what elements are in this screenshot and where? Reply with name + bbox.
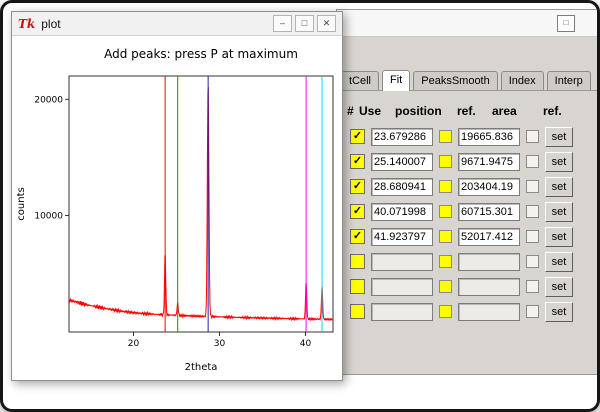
svg-text:2theta: 2theta <box>185 362 218 373</box>
area-ref-checkbox[interactable] <box>526 155 539 168</box>
position-ref-checkbox[interactable] <box>439 255 452 268</box>
use-checkbox[interactable]: ✓ <box>350 229 365 244</box>
position-field[interactable] <box>371 152 433 171</box>
peak-row: ✓ set <box>337 124 597 149</box>
set-button[interactable]: set <box>545 201 573 222</box>
main-window-titlebar: □ <box>337 10 597 37</box>
header-area: area <box>492 104 517 118</box>
area-field[interactable] <box>458 252 520 271</box>
position-field[interactable] <box>371 252 433 271</box>
set-button[interactable]: set <box>545 126 573 147</box>
tab-unitcell[interactable]: tCell <box>341 71 380 90</box>
position-ref-checkbox[interactable] <box>439 280 452 293</box>
svg-text:20000: 20000 <box>34 95 63 105</box>
position-field[interactable] <box>371 227 433 246</box>
area-ref-checkbox[interactable] <box>526 255 539 268</box>
area-ref-checkbox[interactable] <box>526 280 539 293</box>
svg-text:20: 20 <box>128 339 140 349</box>
peak-table-rows: ✓ set ✓ set ✓ set ✓ set ✓ set set set set <box>337 124 597 324</box>
area-field[interactable] <box>458 127 520 146</box>
area-field[interactable] <box>458 152 520 171</box>
svg-text:10000: 10000 <box>34 212 63 222</box>
position-field[interactable] <box>371 177 433 196</box>
area-field[interactable] <box>458 202 520 221</box>
maximize-button[interactable]: □ <box>557 15 575 32</box>
close-button[interactable]: ✕ <box>317 15 336 32</box>
header-position-ref: ref. <box>457 104 476 118</box>
tk-icon: Tk <box>18 16 36 31</box>
tab-index[interactable]: Index <box>500 71 544 90</box>
position-ref-checkbox[interactable] <box>439 155 452 168</box>
peak-row: ✓ set <box>337 224 597 249</box>
area-ref-checkbox[interactable] <box>526 205 539 218</box>
position-ref-checkbox[interactable] <box>439 180 452 193</box>
svg-text:30: 30 <box>214 339 226 349</box>
position-ref-checkbox[interactable] <box>439 205 452 218</box>
peak-row: ✓ set <box>337 174 597 199</box>
plot-window-titlebar[interactable]: Tk plot – □ ✕ <box>12 12 342 36</box>
peak-row: ✓ set <box>337 199 597 224</box>
svg-text:counts: counts <box>16 187 27 220</box>
set-button[interactable]: set <box>545 151 573 172</box>
area-ref-checkbox[interactable] <box>526 130 539 143</box>
use-checkbox[interactable]: ✓ <box>350 204 365 219</box>
area-ref-checkbox[interactable] <box>526 305 539 318</box>
peak-row: set <box>337 274 597 299</box>
position-ref-checkbox[interactable] <box>439 305 452 318</box>
area-ref-checkbox[interactable] <box>526 230 539 243</box>
tab-fit[interactable]: Fit <box>382 70 411 91</box>
xrd-chart: Add peaks: press P at maximum 10000 20000 2… <box>12 36 342 380</box>
set-button[interactable]: set <box>545 176 573 197</box>
window-controls: – □ ✕ <box>273 15 336 32</box>
minimize-button[interactable]: – <box>273 15 292 32</box>
area-ref-checkbox[interactable] <box>526 180 539 193</box>
area-field[interactable] <box>458 177 520 196</box>
svg-text:Add peaks: press P at maximum: Add peaks: press P at maximum <box>104 47 298 61</box>
tab-peakssmooth[interactable]: PeaksSmooth <box>413 71 498 90</box>
position-field[interactable] <box>371 277 433 296</box>
area-field[interactable] <box>458 227 520 246</box>
use-checkbox[interactable] <box>350 279 365 294</box>
area-field[interactable] <box>458 277 520 296</box>
svg-text:40: 40 <box>300 339 312 349</box>
position-field[interactable] <box>371 202 433 221</box>
position-ref-checkbox[interactable] <box>439 130 452 143</box>
area-field[interactable] <box>458 302 520 321</box>
set-button[interactable]: set <box>545 276 573 297</box>
peak-row: ✓ set <box>337 149 597 174</box>
plot-window: Tk plot – □ ✕ Add peaks: press P at maxi… <box>11 11 343 381</box>
set-button[interactable]: set <box>545 251 573 272</box>
tab-interp[interactable]: Interp <box>546 71 591 90</box>
peak-row: set <box>337 299 597 324</box>
maximize-button[interactable]: □ <box>295 15 314 32</box>
header-number: # <box>347 104 354 118</box>
position-field[interactable] <box>371 127 433 146</box>
use-checkbox[interactable] <box>350 304 365 319</box>
peak-row: set <box>337 249 597 274</box>
plot-window-title: plot <box>41 16 61 31</box>
use-checkbox[interactable]: ✓ <box>350 129 365 144</box>
table-header: # Use position ref. area ref. <box>337 104 597 120</box>
header-area-ref: ref. <box>543 104 562 118</box>
screenshot-frame: □ tCell Fit PeaksSmooth Index Interp # U… <box>0 0 600 412</box>
use-checkbox[interactable]: ✓ <box>350 179 365 194</box>
tab-strip: tCell Fit PeaksSmooth Index Interp <box>337 67 597 91</box>
position-ref-checkbox[interactable] <box>439 230 452 243</box>
header-position: position <box>395 104 442 118</box>
use-checkbox[interactable] <box>350 254 365 269</box>
header-use: Use <box>359 104 382 118</box>
set-button[interactable]: set <box>545 226 573 247</box>
set-button[interactable]: set <box>545 301 573 322</box>
main-window: □ tCell Fit PeaksSmooth Index Interp # U… <box>336 9 597 375</box>
position-field[interactable] <box>371 302 433 321</box>
use-checkbox[interactable]: ✓ <box>350 154 365 169</box>
